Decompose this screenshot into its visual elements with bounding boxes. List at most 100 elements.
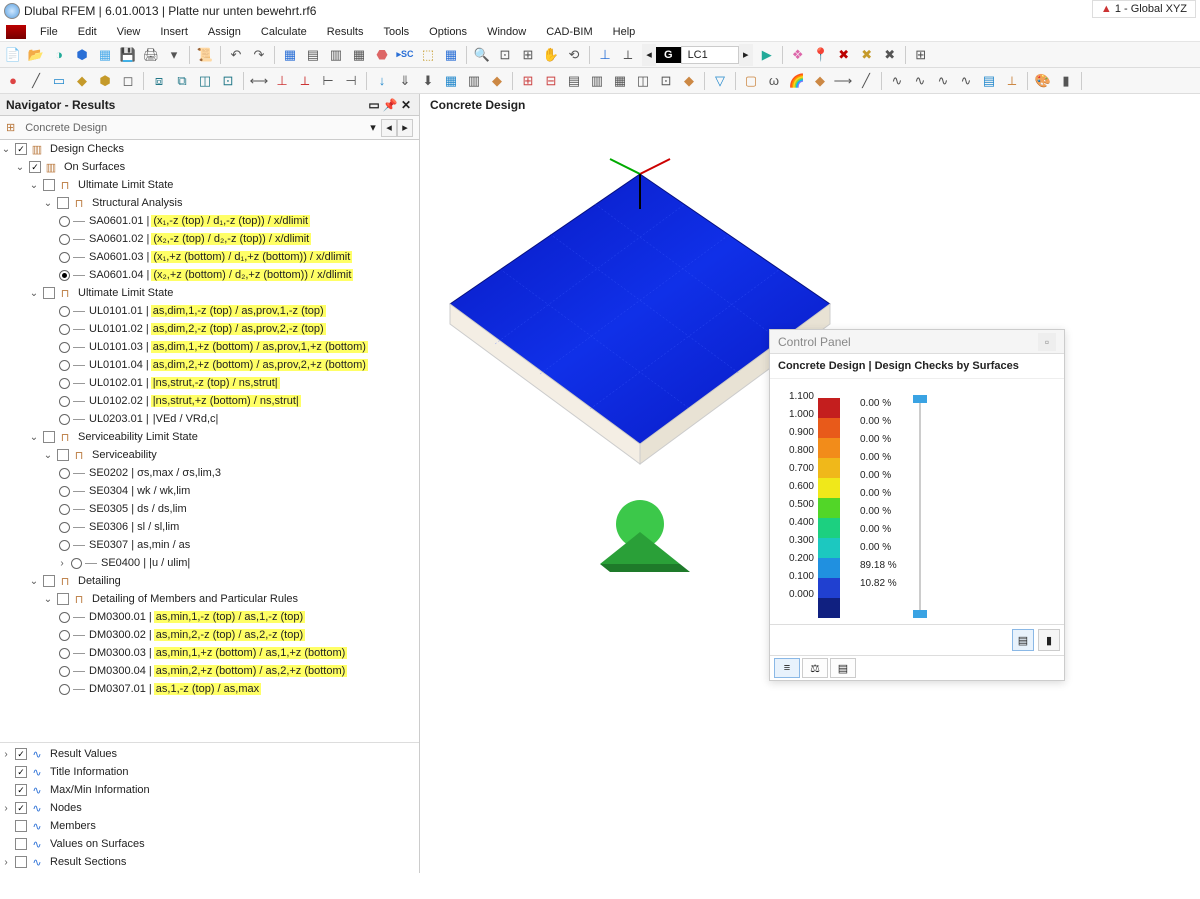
panel-tab-3[interactable]: ▤ <box>830 658 856 678</box>
page-prev-icon[interactable]: ◂ <box>381 119 397 137</box>
table3-icon[interactable]: ▦ <box>348 44 370 66</box>
r3-icon[interactable]: ▤ <box>563 70 585 92</box>
close-panel-icon[interactable]: ✕ <box>399 98 413 112</box>
menu-cadbim[interactable]: CAD-BIM <box>536 24 602 40</box>
v2-icon[interactable]: ω <box>763 70 785 92</box>
surface-icon[interactable]: ◆ <box>71 70 93 92</box>
float-icon[interactable]: ▭ <box>367 98 381 112</box>
del1-icon[interactable]: ✖ <box>833 44 855 66</box>
opt-result values[interactable]: ›∿Result Values <box>0 745 419 763</box>
zoom-sel-icon[interactable]: 🔍 <box>471 44 493 66</box>
opt-values on surfaces[interactable]: ∿Values on Surfaces <box>0 835 419 853</box>
opt-result sections[interactable]: ›∿Result Sections <box>0 853 419 871</box>
table1-icon[interactable]: ▤ <box>302 44 324 66</box>
solid-icon[interactable]: ⬢ <box>94 70 116 92</box>
tree-design-checks[interactable]: ⌄▥Design Checks <box>0 140 419 158</box>
axis2-icon[interactable]: ⟂ <box>617 44 639 66</box>
tree-item-DM0300.04[interactable]: DM0300.04 | as,min,2,+z (bottom) / as,2,… <box>0 662 419 680</box>
block-icon[interactable]: ▦ <box>94 44 116 66</box>
grid-icon[interactable]: ▦ <box>279 44 301 66</box>
layer-icon[interactable]: ❖ <box>787 44 809 66</box>
s4-icon[interactable]: ⊡ <box>217 70 239 92</box>
pin-icon[interactable]: 📍 <box>810 44 832 66</box>
del2-icon[interactable]: ✖ <box>856 44 878 66</box>
menu-insert[interactable]: Insert <box>150 24 198 40</box>
tree-on-surfaces[interactable]: ⌄▥On Surfaces <box>0 158 419 176</box>
c1-icon[interactable]: ∿ <box>886 70 908 92</box>
s1-icon[interactable]: ⧈ <box>148 70 170 92</box>
script-icon[interactable]: 📜 <box>194 44 216 66</box>
tree-item-UL0102.01[interactable]: UL0102.01 | |ns,strut,-z (top) / ns,stru… <box>0 374 419 392</box>
table2-icon[interactable]: ▥ <box>325 44 347 66</box>
r4-icon[interactable]: ▥ <box>586 70 608 92</box>
panel-btn-1[interactable]: ▤ <box>1012 629 1034 651</box>
tree-item-DM0300.02[interactable]: DM0300.02 | as,min,2,-z (top) / as,2,-z … <box>0 626 419 644</box>
tool-icon[interactable]: ⬚ <box>417 44 439 66</box>
rotate-icon[interactable]: ⟲ <box>563 44 585 66</box>
menu-help[interactable]: Help <box>603 24 646 40</box>
s3-icon[interactable]: ◫ <box>194 70 216 92</box>
sup4-icon[interactable]: ⊣ <box>340 70 362 92</box>
opt-nodes[interactable]: ›∿Nodes <box>0 799 419 817</box>
menu-edit[interactable]: Edit <box>68 24 107 40</box>
menu-assign[interactable]: Assign <box>198 24 251 40</box>
tree-item-UL0101.01[interactable]: UL0101.01 | as,dim,1,-z (top) / as,prov,… <box>0 302 419 320</box>
control-panel-header[interactable]: Control Panel ▫ <box>770 330 1064 354</box>
c6-icon[interactable]: ⟂ <box>1001 70 1023 92</box>
open-icon[interactable]: 📂 <box>25 44 47 66</box>
pin-panel-icon[interactable]: 📌 <box>383 98 397 112</box>
tree-uls-2[interactable]: ⌄⊓Ultimate Limit State <box>0 284 419 302</box>
play-icon[interactable]: ▶ <box>756 44 778 66</box>
opt-title information[interactable]: ∿Title Information <box>0 763 419 781</box>
dropdown-icon[interactable]: ▾ <box>365 121 381 134</box>
zoom-win-icon[interactable]: ⊡ <box>494 44 516 66</box>
tree-item-UL0101.04[interactable]: UL0101.04 | as,dim,2,+z (bottom) / as,pr… <box>0 356 419 374</box>
calc-icon[interactable]: ⬣ <box>371 44 393 66</box>
c5-icon[interactable]: ▤ <box>978 70 1000 92</box>
tree-item-UL0102.02[interactable]: UL0102.02 | |ns,strut,+z (bottom) / ns,s… <box>0 392 419 410</box>
tree-item-DM0300.01[interactable]: DM0300.01 | as,min,1,-z (top) / as,1,-z … <box>0 608 419 626</box>
zoom-fit-icon[interactable]: ⊞ <box>517 44 539 66</box>
panel-tab-2[interactable]: ⚖ <box>802 658 828 678</box>
loadcase-selector[interactable]: ◂ G LC1 ▸ <box>642 44 753 66</box>
opt-members[interactable]: ∿Members <box>0 817 419 835</box>
ld1-icon[interactable]: ↓ <box>371 70 393 92</box>
sup2-icon[interactable]: ⟂ <box>294 70 316 92</box>
tree-detailing[interactable]: ⌄⊓Detailing <box>0 572 419 590</box>
scale-slider[interactable] <box>913 395 927 618</box>
ld4-icon[interactable]: ▦ <box>440 70 462 92</box>
tree-structural-analysis[interactable]: ⌄⊓Structural Analysis <box>0 194 419 212</box>
v1-icon[interactable]: ▢ <box>740 70 762 92</box>
r8-icon[interactable]: ◆ <box>678 70 700 92</box>
tree-item-SE0305[interactable]: SE0305 | ds / ds,lim <box>0 500 419 518</box>
print-icon[interactable]: 🖨 <box>140 44 162 66</box>
panel-btn-2[interactable]: ▮ <box>1038 629 1060 651</box>
sc-icon[interactable]: ▸SC <box>394 44 416 66</box>
v3-icon[interactable]: 🌈 <box>786 70 808 92</box>
viewport[interactable]: Concrete Design <box>420 94 1200 873</box>
pan-icon[interactable]: ✋ <box>540 44 562 66</box>
model-icon[interactable]: ⬢ <box>71 44 93 66</box>
r6-icon[interactable]: ◫ <box>632 70 654 92</box>
tree-detailing-rules[interactable]: ⌄⊓Detailing of Members and Particular Ru… <box>0 590 419 608</box>
tree-item-UL0101.02[interactable]: UL0101.02 | as,dim,2,-z (top) / as,prov,… <box>0 320 419 338</box>
sup1-icon[interactable]: ⊥ <box>271 70 293 92</box>
filter-icon[interactable]: ▽ <box>709 70 731 92</box>
sup3-icon[interactable]: ⊢ <box>317 70 339 92</box>
tree-item-SA0601.04[interactable]: SA0601.04 | (x₂,+z (bottom) / d₂,+z (bot… <box>0 266 419 284</box>
tree-item-DM0307.01[interactable]: DM0307.01 | as,1,-z (top) / as,max <box>0 680 419 698</box>
ld2-icon[interactable]: ⇓ <box>394 70 416 92</box>
opt-max/min information[interactable]: ∿Max/Min Information <box>0 781 419 799</box>
v4-icon[interactable]: ◆ <box>809 70 831 92</box>
c3-icon[interactable]: ∿ <box>932 70 954 92</box>
panel-tab-1[interactable]: ≡ <box>774 658 800 678</box>
tree-item-SE0400[interactable]: ›SE0400 | |u / ulim| <box>0 554 419 572</box>
c2-icon[interactable]: ∿ <box>909 70 931 92</box>
tree-item-SE0304[interactable]: SE0304 | wk / wk,lim <box>0 482 419 500</box>
menu-view[interactable]: View <box>107 24 151 40</box>
s2-icon[interactable]: ⧉ <box>171 70 193 92</box>
tree-item-DM0300.03[interactable]: DM0300.03 | as,min,1,+z (bottom) / as,1,… <box>0 644 419 662</box>
r7-icon[interactable]: ⊡ <box>655 70 677 92</box>
tree-uls-1[interactable]: ⌄⊓Ultimate Limit State <box>0 176 419 194</box>
axis-icon[interactable]: ⊥ <box>594 44 616 66</box>
